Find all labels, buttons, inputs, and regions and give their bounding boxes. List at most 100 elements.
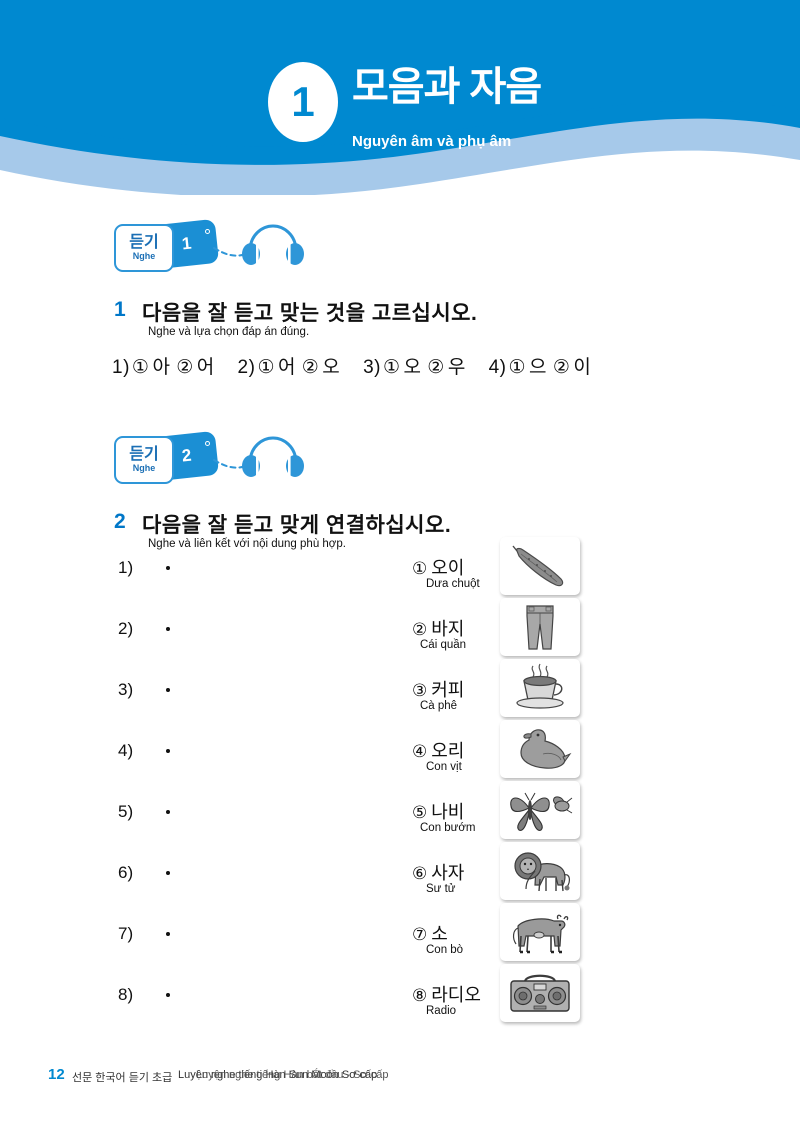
match-right-ko-6: 사자	[431, 863, 465, 883]
match-right-item-2[interactable]: ② 바지	[412, 615, 464, 641]
match-right-item-3[interactable]: ③ 커피	[412, 676, 464, 702]
listen-badge-2: 2 듣기 Nghe	[112, 430, 304, 490]
picture-card	[500, 720, 580, 778]
match-right-vi-4: Con vịt	[426, 761, 462, 773]
match-right-ko-5: 나비	[431, 802, 465, 822]
q1-item-2-option1: 어	[277, 357, 296, 378]
match-left-label-6: 6)	[118, 863, 134, 882]
track-number-2: 2	[180, 445, 193, 466]
match-point-dot[interactable]	[166, 871, 170, 875]
page-title: 모음과 자음	[352, 65, 542, 109]
q1-item-3-option2-mark[interactable]: ②	[427, 357, 445, 378]
listen-label-vi: Nghe	[132, 463, 156, 473]
list-item[interactable]: 6)	[118, 863, 238, 924]
listen-label-box: 듣기 Nghe	[114, 224, 174, 272]
match-right-item-7[interactable]: ⑦소	[412, 920, 448, 946]
list-item[interactable]: 7)	[118, 924, 238, 985]
chapter-number-badge: 1	[268, 62, 338, 142]
duck-picture	[520, 729, 572, 769]
match-left-label-1: 1)	[118, 558, 134, 577]
match-right-mark-5: ⑤	[412, 803, 428, 822]
trousers-picture	[526, 605, 554, 650]
page-number: 12	[48, 1066, 65, 1083]
q1-item-4-option1-mark[interactable]: ①	[509, 357, 527, 378]
picture-card	[500, 781, 580, 839]
match-point-dot[interactable]	[166, 749, 170, 753]
exercise-1-number: 1	[114, 298, 126, 321]
track-number-1: 1	[180, 233, 193, 254]
coffee-cup-picture	[516, 663, 564, 709]
match-point-dot[interactable]	[166, 566, 170, 570]
exercise-1-instruction-ko: 다음을 잘 듣고 맞는 것을 고르십시오.	[142, 302, 478, 325]
q1-item-1-option2-mark[interactable]: ②	[176, 357, 194, 378]
list-item[interactable]: 4)	[118, 741, 238, 802]
match-right-mark-3: ③	[412, 681, 428, 700]
headphones-icon	[213, 224, 304, 265]
match-right-mark-1: ①	[412, 559, 428, 578]
picture-card	[500, 659, 580, 717]
match-right-mark-2: ②	[412, 620, 428, 639]
q1-item-2-option2-mark[interactable]: ②	[302, 357, 320, 378]
q1-item-3-option2: 우	[447, 357, 466, 378]
q1-item-2-option1-mark[interactable]: ①	[257, 357, 275, 378]
q1-item-4-label: 4)	[488, 357, 507, 378]
match-point-dot[interactable]	[166, 627, 170, 631]
q1-item-3[interactable]: 3) ① 오 ②우	[363, 357, 466, 378]
match-right-ko-7: 소	[431, 924, 448, 944]
exercise-1-answer-row: 1) ① 아 ②어 2) ① 어 ②오 3) ① 오 ②우 4) ① 으 ②이	[112, 352, 608, 379]
match-right-item-1[interactable]: ① 오이	[412, 554, 464, 580]
list-item[interactable]: 2)	[118, 619, 238, 680]
match-right-mark-4: ④	[412, 742, 428, 761]
exercise-2-number: 2	[114, 510, 126, 533]
match-point-dot[interactable]	[166, 688, 170, 692]
exercise-2-instruction-ko: 다음을 잘 듣고 맞게 연결하십시오.	[142, 514, 452, 537]
q1-item-1-option1-mark[interactable]: ①	[132, 357, 150, 378]
picture-card	[500, 903, 580, 961]
list-item[interactable]: 5)	[118, 802, 238, 863]
q1-item-1-option2: 어	[196, 357, 215, 378]
q1-item-3-option1: 오	[403, 357, 422, 378]
q1-item-4[interactable]: 4) ① 으 ②이	[489, 357, 592, 378]
picture-card	[500, 842, 580, 900]
footer-book-title-ko: 선문 한국어 듣기 초급	[72, 1072, 173, 1084]
match-right-vi-3: Cà phê	[420, 700, 458, 712]
headphones-icon	[213, 436, 304, 477]
match-right-vi-2: Cái quần	[420, 639, 467, 651]
cow-picture	[512, 914, 569, 954]
list-item[interactable]: 1)	[118, 558, 238, 619]
match-right-ko-8: 라디오	[431, 985, 481, 1005]
q1-item-2[interactable]: 2) ① 어 ②오	[238, 357, 341, 378]
match-right-ko-3: 커피	[431, 680, 465, 700]
match-right-item-4[interactable]: ④ 오리	[412, 737, 464, 763]
picture-card	[500, 964, 580, 1022]
match-point-dot[interactable]	[166, 810, 170, 814]
match-right-item-8[interactable]: ⑧ 라디오	[412, 981, 481, 1007]
q1-item-4-option2-mark[interactable]: ②	[553, 357, 571, 378]
exercise-2-instruction-vi: Nghe và liên kết với nội dung phù hợp.	[148, 538, 346, 550]
match-left-label-8: 8)	[118, 985, 134, 1004]
footer-book-title-vi-layer2: Luyện nghe tiếng Hàn bắt đầu - Sơ cấp	[196, 1069, 389, 1081]
match-right-vi-5: Con bướm	[420, 822, 476, 834]
butterfly-picture	[510, 792, 573, 831]
q1-item-2-option2: 오	[322, 357, 341, 378]
match-right-item-6[interactable]: ⑥ 사자	[412, 859, 464, 885]
q1-item-1[interactable]: 1) ① 아 ②어	[112, 357, 215, 378]
listen-label-ko: 듣기	[129, 446, 159, 463]
match-right-mark-6: ⑥	[412, 864, 428, 883]
listen-label-box: 듣기 Nghe	[114, 436, 174, 484]
radio-picture	[510, 974, 570, 1012]
page-header: 1 모음과 자음 Nguyên âm và phụ âm	[0, 0, 800, 195]
match-right-vi-1: Dưa chuột	[426, 578, 480, 590]
listen-badge-1: 1 듣기 Nghe	[112, 218, 304, 278]
match-right-ko-1: 오이	[431, 558, 465, 578]
match-right-item-5[interactable]: ⑤ 나비	[412, 798, 464, 824]
match-point-dot[interactable]	[166, 932, 170, 936]
q1-item-3-option1-mark[interactable]: ①	[383, 357, 401, 378]
match-left-label-3: 3)	[118, 680, 134, 699]
q1-item-4-option1: 으	[529, 357, 548, 378]
match-point-dot[interactable]	[166, 993, 170, 997]
list-item[interactable]: 8)	[118, 985, 238, 1046]
list-item[interactable]: 3)	[118, 680, 238, 741]
match-left-label-2: 2)	[118, 619, 134, 638]
picture-card	[500, 537, 580, 595]
